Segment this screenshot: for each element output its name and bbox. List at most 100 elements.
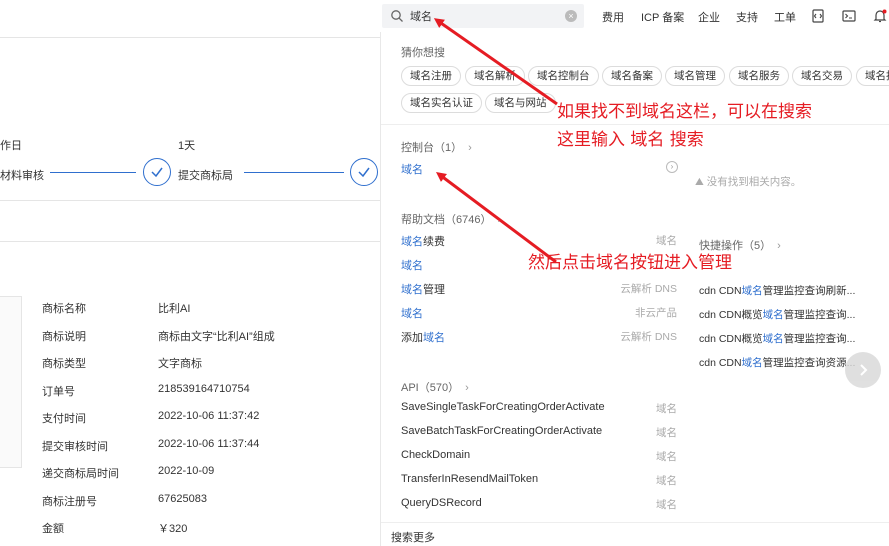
info-value: 218539164710754 (158, 383, 250, 395)
result-text: 管理 (423, 284, 445, 296)
search-more-link[interactable]: 搜索更多 (391, 529, 435, 545)
api-result-item[interactable]: CheckDomain (401, 449, 470, 461)
result-highlight: 域名 (401, 236, 423, 248)
doc-result-item[interactable]: 域名 (401, 305, 423, 321)
api-title-text: API（570） (401, 382, 460, 394)
info-value: 2022-10-09 (158, 465, 215, 477)
doc-result-item[interactable]: 域名 (401, 257, 423, 273)
info-label: 商标说明 (42, 331, 86, 343)
annotation-text-3: 然后点击域名按钮进入管理 (528, 253, 732, 273)
info-label: 支付时间 (42, 413, 86, 425)
search-input[interactable] (410, 7, 560, 25)
result-highlight: 域名 (741, 285, 763, 297)
doc-result-item[interactable]: 域名续费 (401, 233, 445, 249)
nav-enterprise[interactable]: 企业 (698, 9, 720, 25)
bell-icon[interactable] (872, 8, 888, 24)
background-topbar (0, 0, 380, 38)
tag-domain-register[interactable]: 域名注册 (401, 66, 461, 86)
step-duration-2: 1天 (178, 140, 196, 152)
code-icon[interactable] (810, 8, 826, 24)
check-icon (151, 167, 163, 178)
tag-domain-resolve[interactable]: 域名解析 (465, 66, 525, 86)
step-material-review: 材料审核 (0, 170, 44, 182)
info-value: 67625083 (158, 493, 207, 505)
nav-support[interactable]: 支持 (736, 9, 758, 25)
result-highlight: 域名 (762, 309, 784, 321)
result-highlight: 域名 (401, 164, 423, 176)
info-label: 递交商标局时间 (42, 468, 119, 480)
nav-icp[interactable]: ICP 备案 (641, 9, 684, 25)
console-section-title[interactable]: 控制台（1） › (401, 139, 472, 155)
info-label: 订单号 (42, 386, 75, 398)
api-result-item[interactable]: SaveSingleTaskForCreatingOrderActivate (401, 401, 605, 413)
next-arrow-button[interactable] (845, 352, 881, 388)
trademark-image-box (0, 296, 22, 468)
tag-domain-manage[interactable]: 域名管理 (665, 66, 725, 86)
api-result-category: 域名 (656, 403, 677, 415)
tag-domain-realname[interactable]: 域名实名认证 (401, 93, 482, 113)
result-text: 管理监控查询刷新... (762, 285, 856, 297)
divider (381, 522, 889, 523)
docs-title-text: 帮助文档（6746） (401, 214, 492, 226)
result-highlight: 域名 (401, 308, 423, 320)
tag-domain-snap[interactable]: 域名抢 (856, 66, 889, 86)
result-text: 续费 (423, 236, 445, 248)
result-text: 管理监控查询... (783, 333, 856, 345)
quick-action-item[interactable]: cdn CDN域名管理监控查询刷新... (699, 283, 855, 298)
annotation-text-2: 这里输入 域名 搜索 (557, 130, 704, 150)
doc-result-item[interactable]: 域名管理 (401, 281, 445, 297)
console-result-item[interactable]: 域名 (401, 161, 423, 177)
tag-domain-website[interactable]: 域名与网站 (485, 93, 556, 113)
tag-domain-console[interactable]: 域名控制台 (528, 66, 599, 86)
quick-action-item[interactable]: cdn CDN概览域名管理监控查询... (699, 331, 855, 346)
result-text: cdn CDN概览 (699, 309, 763, 321)
nav-ticket[interactable]: 工单 (774, 9, 796, 25)
docs-section-title[interactable]: 帮助文档（6746） › (401, 211, 501, 227)
info-label: 金额 (42, 523, 64, 535)
info-value: ￥320 (158, 523, 188, 535)
doc-result-item[interactable]: 添加域名 (401, 329, 445, 345)
api-result-item[interactable]: SaveBatchTaskForCreatingOrderActivate (401, 425, 602, 437)
tag-domain-service[interactable]: 域名服务 (729, 66, 789, 86)
chevron-right-icon: › (465, 382, 469, 394)
guess-title: 猜你想搜 (401, 47, 445, 59)
chevron-right-icon: › (497, 214, 502, 226)
step-check-circle (350, 158, 378, 186)
info-label: 商标名称 (42, 303, 86, 315)
tag-domain-icp[interactable]: 域名备案 (602, 66, 662, 86)
no-result-text: ⛰ 没有找到相关内容。 (695, 174, 801, 189)
tag-domain-trade[interactable]: 域名交易 (792, 66, 852, 86)
terminal-icon[interactable] (841, 8, 857, 24)
info-label: 商标注册号 (42, 496, 97, 508)
clear-icon[interactable]: × (565, 10, 577, 22)
quick-action-item[interactable]: cdn CDN概览域名管理监控查询... (699, 307, 855, 322)
result-highlight: 域名 (741, 357, 763, 369)
step-connector (244, 172, 344, 173)
search-box[interactable]: × (382, 4, 584, 28)
search-icon (391, 10, 403, 22)
step-connector (50, 172, 136, 173)
chevron-right-icon: › (468, 142, 472, 154)
image-icon: ⛰ (695, 176, 704, 188)
info-value: 比利AI (158, 303, 191, 315)
result-text: 添加 (401, 332, 423, 344)
api-result-item[interactable]: TransferInResendMailToken (401, 473, 538, 485)
result-highlight: 域名 (762, 333, 784, 345)
result-highlight: 域名 (423, 332, 445, 344)
no-result-label: 没有找到相关内容。 (706, 176, 802, 188)
nav-billing[interactable]: 费用 (602, 9, 624, 25)
check-icon (358, 167, 370, 178)
doc-result-category: 云解析 DNS (620, 283, 677, 295)
doc-result-category: 非云产品 (635, 307, 677, 319)
circle-arrow-icon[interactable]: › (666, 161, 678, 173)
step-check-circle (143, 158, 171, 186)
api-result-item[interactable]: QueryDSRecord (401, 497, 482, 509)
api-section-title[interactable]: API（570） › (401, 379, 469, 395)
quick-action-item[interactable]: cdn CDN域名管理监控查询资源... (699, 355, 855, 370)
info-label: 商标类型 (42, 358, 86, 370)
result-highlight: 域名 (401, 260, 423, 272)
result-text: 管理监控查询... (783, 309, 856, 321)
info-label: 提交审核时间 (42, 441, 108, 453)
console-title-text: 控制台（1） (401, 142, 463, 154)
api-result-category: 域名 (656, 451, 677, 463)
